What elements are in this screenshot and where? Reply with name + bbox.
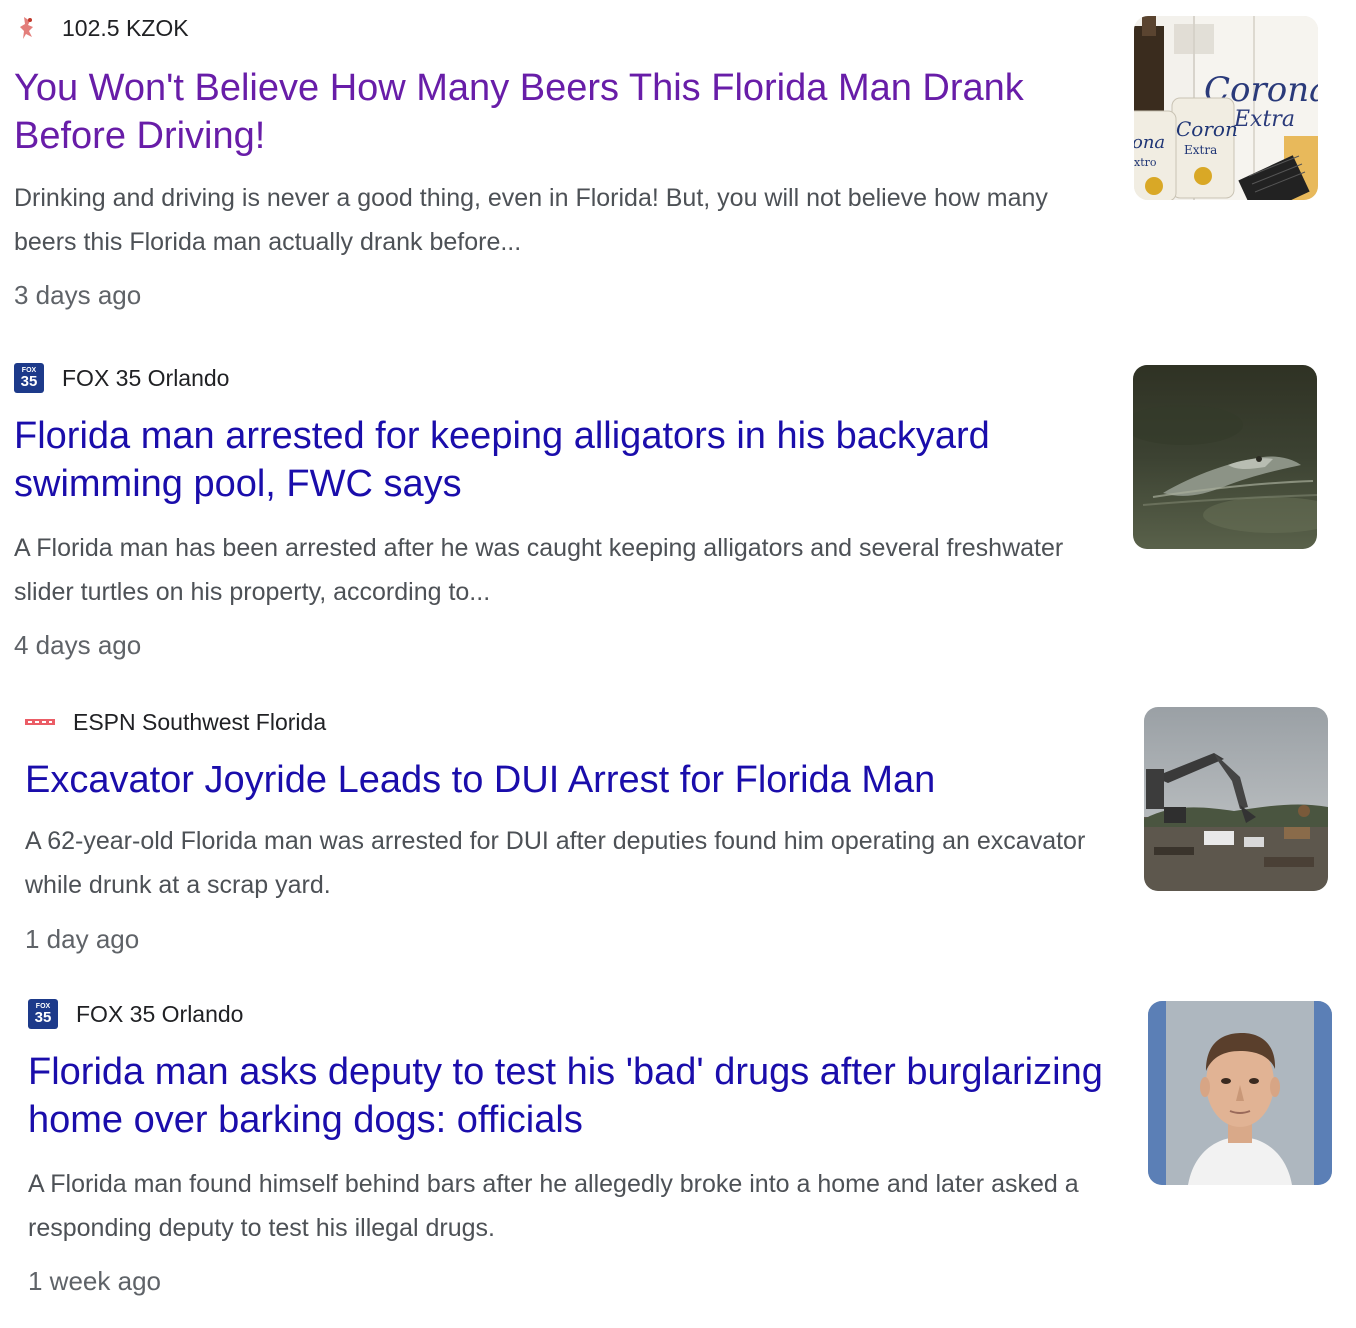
- result-age: 1 day ago: [25, 924, 140, 954]
- result-snippet: A 62-year-old Florida man was arrested f…: [25, 827, 1086, 899]
- source-name: FOX 35 Orlando: [62, 364, 230, 391]
- svg-text:Coron: Coron: [1176, 117, 1238, 141]
- svg-text:Extra: Extra: [1184, 143, 1217, 157]
- result-age: 4 days ago: [14, 630, 142, 660]
- source-row[interactable]: 102.5 KZOK: [14, 12, 189, 44]
- result-snippet: A Florida man has been arrested after he…: [14, 534, 1064, 606]
- mugshot-thumbnail[interactable]: [1148, 1001, 1332, 1185]
- svg-text:ona: ona: [1134, 132, 1165, 153]
- fox35-logo-icon: FOX 35: [28, 999, 58, 1029]
- news-result: FOX 35 FOX 35 Orlando Florida man asks d…: [0, 998, 1340, 1328]
- source-name: FOX 35 Orlando: [76, 1000, 244, 1027]
- result-snippet: Drinking and driving is never a good thi…: [14, 184, 1048, 256]
- svg-text:xtro: xtro: [1134, 156, 1157, 169]
- source-name: ESPN Southwest Florida: [73, 708, 327, 735]
- news-result: FOX 35 FOX 35 Orlando Florida man arrest…: [0, 362, 1340, 692]
- fox35-logo-icon: FOX 35: [14, 363, 44, 393]
- news-result: ESPN Southwest Florida Excavator Joyride…: [0, 706, 1340, 1036]
- source-name: 102.5 KZOK: [62, 14, 189, 41]
- source-row[interactable]: FOX 35 FOX 35 Orlando: [28, 998, 243, 1030]
- result-headline[interactable]: Excavator Joyride Leads to DUI Arrest fo…: [25, 756, 1115, 804]
- alligator-thumbnail[interactable]: [1133, 365, 1317, 549]
- kzok-logo-icon: [14, 13, 44, 43]
- excavator-thumbnail[interactable]: [1144, 707, 1328, 891]
- result-headline[interactable]: Florida man asks deputy to test his 'bad…: [28, 1048, 1108, 1144]
- result-headline[interactable]: Florida man arrested for keeping alligat…: [14, 412, 1104, 508]
- corona-beer-thumbnail[interactable]: Corona Extra Coron Extra ona xtro: [1134, 16, 1318, 200]
- source-row[interactable]: FOX 35 FOX 35 Orlando: [14, 362, 229, 394]
- source-row[interactable]: ESPN Southwest Florida: [25, 706, 326, 738]
- svg-text:Extra: Extra: [1233, 107, 1295, 132]
- result-snippet: A Florida man found himself behind bars …: [28, 1170, 1079, 1242]
- result-age: 1 week ago: [28, 1266, 161, 1296]
- espn-logo-icon: [25, 707, 55, 737]
- result-headline[interactable]: You Won't Believe How Many Beers This Fl…: [14, 64, 1104, 160]
- result-age: 3 days ago: [14, 280, 142, 310]
- news-result: 102.5 KZOK You Won't Believe How Many Be…: [0, 12, 1340, 342]
